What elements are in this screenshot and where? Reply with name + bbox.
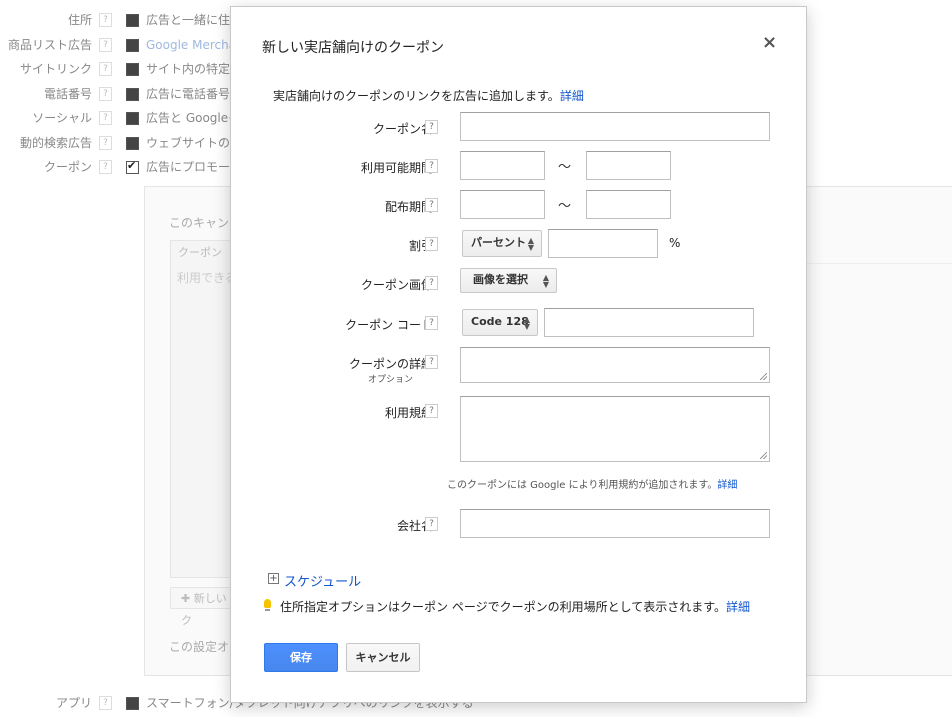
resize-handle[interactable] xyxy=(760,373,767,380)
code-type-select[interactable]: Code 128 ▲ ▼ xyxy=(462,309,538,336)
cancel-button[interactable]: キャンセル xyxy=(346,643,420,672)
divider xyxy=(806,263,952,264)
row-label: ソーシャル xyxy=(32,111,92,125)
help-icon[interactable]: ? xyxy=(425,159,438,173)
select-image-label: 画像を選択 xyxy=(473,273,528,286)
help-icon[interactable]: ? xyxy=(99,62,112,76)
help-icon[interactable]: ? xyxy=(425,517,438,531)
row-label: 動的検索広告 xyxy=(19,136,92,150)
info-details-link[interactable]: 詳細 xyxy=(726,600,750,614)
row-text: 広告に電話番号 xyxy=(146,87,231,101)
row-label: 電話番号 xyxy=(43,87,92,101)
coupon-table-empty-text: 利用できる xyxy=(177,271,237,285)
chevron-down-icon: ▼ xyxy=(523,322,530,331)
range-separator: ～ xyxy=(558,160,572,175)
coupon-table xyxy=(170,240,234,578)
discount-type-select[interactable]: パーセント ▲ ▼ xyxy=(462,230,542,257)
help-icon[interactable]: ? xyxy=(425,316,438,330)
chevron-down-icon: ▼ xyxy=(542,280,549,289)
percent-sign: % xyxy=(669,236,681,250)
phone-checkbox[interactable] xyxy=(126,88,139,101)
location-info: 住所指定オプションはクーポン ページでクーポンの利用場所として表示されます。詳細 xyxy=(280,598,750,615)
app-checkbox[interactable] xyxy=(126,697,139,710)
valid-end-date-input[interactable] xyxy=(586,151,671,180)
chevron-down-icon: ▼ xyxy=(527,243,534,252)
row-label: 商品リスト広告 xyxy=(7,38,92,52)
row-text: 広告と一緒に住 xyxy=(146,13,231,27)
social-checkbox[interactable] xyxy=(126,112,139,125)
help-icon[interactable]: ? xyxy=(425,404,438,418)
save-button[interactable]: 保存 xyxy=(264,643,338,672)
dialog-intro: 実店舗向けのクーポンのリンクを広告に追加します。詳細 xyxy=(273,87,584,104)
coupon-code-input[interactable] xyxy=(544,308,754,337)
terms-details-link[interactable]: 詳細 xyxy=(717,480,737,491)
resize-handle[interactable] xyxy=(760,452,767,459)
row-label: アプリ xyxy=(55,696,92,710)
distribution-start-date-input[interactable] xyxy=(460,190,545,219)
distribution-end-date-input[interactable] xyxy=(586,190,671,219)
code-type-value: Code 128 xyxy=(471,315,529,328)
row-text: 広告にプロモー xyxy=(146,160,231,174)
row-label: 住所 xyxy=(67,13,92,27)
help-icon[interactable]: ? xyxy=(99,38,112,52)
discount-type-value: パーセント xyxy=(471,236,526,249)
expand-plus-icon[interactable]: + xyxy=(268,573,279,584)
intro-text: 実店舗向けのクーポンのリンクを広告に追加します。 xyxy=(273,89,560,103)
location-info-text: 住所指定オプションはクーポン ページでクーポンの利用場所として表示されます。 xyxy=(280,600,727,614)
new-coupon-dialog: 新しい実店舗向けのクーポン × 実店舗向けのクーポンのリンクを広告に追加します。… xyxy=(230,6,807,703)
help-icon[interactable]: ? xyxy=(99,696,112,710)
terms-note: このクーポンには Google により利用規約が追加されます。詳細 xyxy=(447,476,737,491)
optional-label: オプション xyxy=(367,375,413,385)
product-listing-checkbox[interactable] xyxy=(126,39,139,52)
schedule-link[interactable]: スケジュール xyxy=(284,571,361,590)
row-text: ウェブサイトの内 xyxy=(146,136,243,150)
lightbulb-icon xyxy=(264,599,271,611)
help-icon[interactable]: ? xyxy=(99,160,112,174)
address-checkbox[interactable] xyxy=(126,14,139,27)
company-name-input[interactable] xyxy=(460,509,770,538)
valid-start-date-input[interactable] xyxy=(460,151,545,180)
new-coupon-button[interactable]: ✚ 新しいク xyxy=(170,587,232,627)
coupon-details-textarea[interactable] xyxy=(460,347,770,383)
row-text[interactable]: Google Mercha xyxy=(146,35,236,55)
coupon-details-label: クーポンの詳細 xyxy=(348,357,433,371)
row-text: 広告と Google+ xyxy=(146,111,239,125)
coupon-name-label: クーポン名 xyxy=(372,122,433,136)
row-text: サイト内の特定 xyxy=(146,62,231,76)
dynamic-search-checkbox[interactable] xyxy=(126,137,139,150)
help-icon[interactable]: ? xyxy=(425,276,438,290)
help-icon[interactable]: ? xyxy=(425,198,438,212)
row-label: クーポン xyxy=(43,160,92,174)
coupon-name-input[interactable] xyxy=(460,112,770,141)
sitelink-checkbox[interactable] xyxy=(126,63,139,76)
coupon-code-label: クーポン コード xyxy=(345,318,433,332)
close-icon[interactable]: × xyxy=(762,32,777,53)
valid-period-label: 利用可能期間 xyxy=(360,161,433,175)
help-icon[interactable]: ? xyxy=(99,136,112,150)
terms-textarea[interactable] xyxy=(460,396,770,462)
help-icon[interactable]: ? xyxy=(425,355,438,369)
terms-note-text: このクーポンには Google により利用規約が追加されます。 xyxy=(447,480,718,491)
help-icon[interactable]: ? xyxy=(99,13,112,27)
coupon-checkbox[interactable] xyxy=(126,159,139,174)
help-icon[interactable]: ? xyxy=(99,87,112,101)
row-label: サイトリンク xyxy=(19,62,92,76)
settings-note: この設定オ xyxy=(169,640,230,654)
help-icon[interactable]: ? xyxy=(99,111,112,125)
dialog-title: 新しい実店舗向けのクーポン xyxy=(262,40,444,56)
coupon-image-label: クーポン画像 xyxy=(360,278,433,292)
discount-amount-input[interactable] xyxy=(548,229,658,258)
intro-details-link[interactable]: 詳細 xyxy=(560,89,584,103)
range-separator: ～ xyxy=(558,199,572,214)
coupon-table-header: クーポン xyxy=(178,246,222,259)
help-icon[interactable]: ? xyxy=(425,237,438,251)
help-icon[interactable]: ? xyxy=(425,120,438,134)
select-image-button[interactable]: 画像を選択 ▲ ▼ xyxy=(460,268,557,293)
